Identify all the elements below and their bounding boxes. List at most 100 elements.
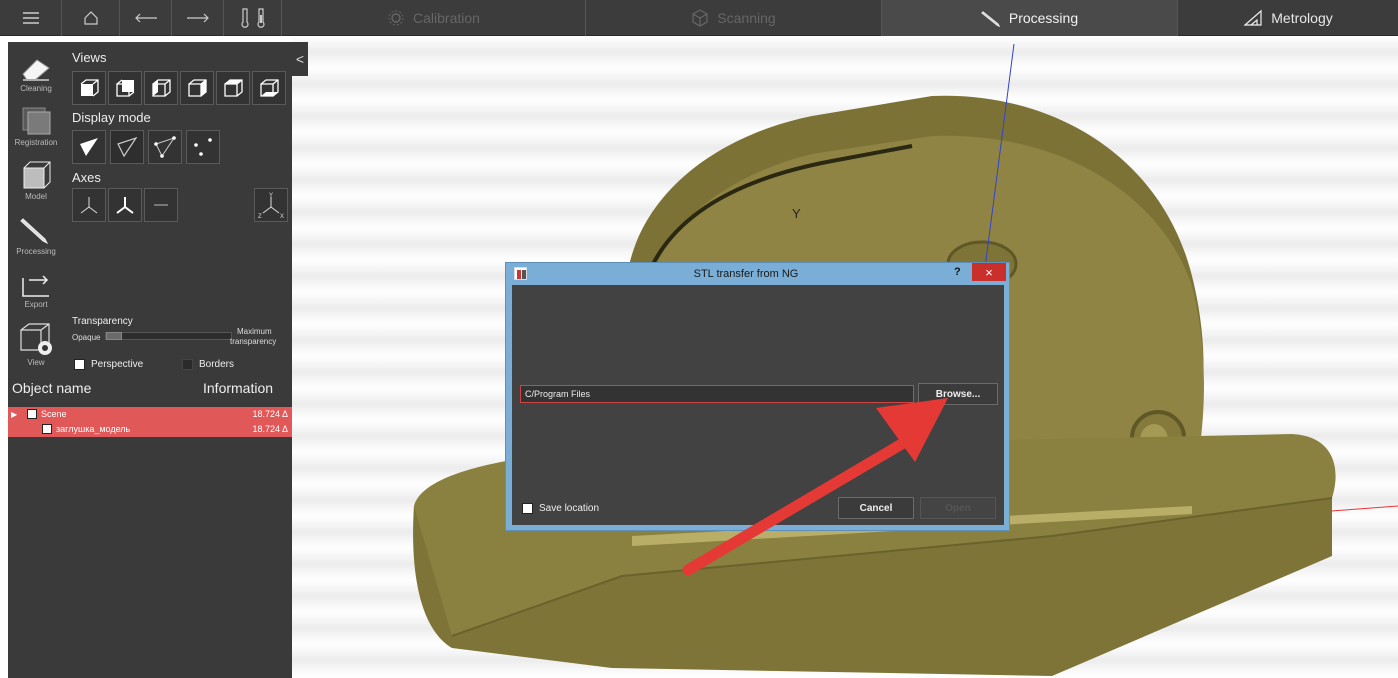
tree-row-model[interactable]: заглушка_модель 18.724 Δ [8, 422, 292, 437]
object-info: 18.724 Δ [252, 409, 288, 419]
save-location-checkbox[interactable]: Save location [522, 503, 599, 514]
undo-button[interactable] [120, 0, 172, 36]
redo-button[interactable] [172, 0, 224, 36]
home-button[interactable] [62, 0, 120, 36]
checkbox-box[interactable] [74, 359, 85, 370]
transparency-slider-thumb[interactable] [106, 332, 122, 340]
close-button[interactable]: × [972, 263, 1006, 281]
path-input[interactable]: C/Program Files [520, 385, 914, 403]
views-title: Views [72, 50, 107, 65]
checkbox-box[interactable] [182, 359, 193, 370]
display-solid-button[interactable] [72, 130, 106, 164]
axis-label: Y [792, 206, 801, 221]
view-back-button[interactable] [108, 71, 142, 105]
tool-view[interactable]: View [8, 312, 64, 370]
tool-label: Registration [14, 138, 58, 147]
tab-label: Calibration [413, 10, 480, 26]
dialog-title: STL transfer from NG [693, 268, 799, 280]
checkbox-box[interactable] [522, 503, 533, 514]
cube-icon [691, 9, 709, 27]
cancel-button[interactable]: Cancel [838, 497, 914, 519]
tool-label: Cleaning [20, 84, 52, 93]
tool-label: Export [24, 300, 48, 309]
path-value: C/Program Files [525, 389, 591, 399]
perspective-checkbox[interactable]: Perspective [74, 359, 143, 370]
tree-row-scene[interactable]: ▶ Scene 18.724 Δ [8, 407, 292, 422]
tool-registration[interactable]: Registration [8, 96, 64, 150]
display-wireframe-button[interactable] [110, 130, 144, 164]
transparency-label: transparency [230, 337, 277, 346]
perspective-label: Perspective [91, 359, 144, 370]
pencil-icon [19, 215, 53, 247]
tool-processing[interactable]: Processing [8, 204, 64, 258]
axis-z-label: Z [258, 214, 262, 219]
view-bottom-button[interactable] [252, 71, 286, 105]
display-pointcloud-button[interactable] [186, 130, 220, 164]
axes-title: Axes [72, 170, 101, 185]
cube-bottom-icon [258, 77, 280, 99]
triangle-filled-icon [78, 136, 100, 158]
object-tree-panel: Object name Information ▶ Scene 18.724 Δ… [8, 372, 292, 678]
model-icon [19, 160, 53, 192]
tool-export[interactable]: Export [8, 258, 64, 312]
visibility-checkbox[interactable] [27, 409, 37, 419]
tool-strip: Cleaning Registration Model Processing E… [8, 42, 64, 372]
stl-transfer-dialog: STL transfer from NG ? × C/Program Files… [505, 262, 1010, 531]
open-button[interactable]: Open [920, 497, 996, 519]
sensors-button[interactable] [224, 0, 282, 36]
tab-calibration[interactable]: Calibration [282, 0, 586, 36]
tab-processing[interactable]: Processing [882, 0, 1178, 36]
column-object-name: Object name [12, 380, 92, 396]
expand-arrow-icon[interactable]: ▶ [11, 407, 17, 422]
set-square-icon [1243, 9, 1263, 27]
export-icon [19, 268, 53, 300]
dialog-body: C/Program Files Browse... Save location … [512, 285, 1004, 525]
browse-button[interactable]: Browse... [918, 383, 998, 405]
tab-label: Processing [1008, 10, 1079, 26]
view-left-button[interactable] [144, 71, 178, 105]
collapse-panel-button[interactable]: < [292, 42, 308, 76]
save-location-label: Save location [539, 503, 600, 514]
axis-y-label: Y [269, 193, 273, 199]
window-border [0, 36, 8, 678]
transparency-title: Transparency [72, 316, 133, 327]
object-name: заглушка_модель [56, 424, 131, 434]
eraser-icon [19, 56, 53, 84]
arrow-right-icon [186, 12, 210, 24]
gear-icon [387, 9, 405, 27]
axis-x-label: X [280, 214, 284, 219]
cube-left-icon [150, 77, 172, 99]
maximum-label: Maximum [237, 327, 272, 336]
cube-back-icon [114, 77, 136, 99]
tool-model[interactable]: Model [8, 150, 64, 204]
axes-thin-button[interactable] [72, 188, 106, 222]
axes-none-button[interactable] [144, 188, 178, 222]
transparency-slider[interactable] [105, 332, 232, 340]
axes-bold-button[interactable] [108, 188, 142, 222]
object-name: Scene [41, 409, 67, 419]
chevron-left-icon: < [295, 51, 305, 67]
tab-scanning[interactable]: Scanning [586, 0, 882, 36]
tab-label: Metrology [1271, 10, 1333, 26]
dialog-titlebar[interactable]: STL transfer from NG ? × [506, 263, 1009, 285]
view-right-button[interactable] [180, 71, 214, 105]
xyz-axes-icon: Y Z X [257, 191, 285, 219]
view-top-button[interactable] [216, 71, 250, 105]
display-vertices-button[interactable] [148, 130, 182, 164]
help-button[interactable]: ? [954, 266, 961, 278]
home-icon [83, 10, 99, 26]
tool-cleaning[interactable]: Cleaning [8, 42, 64, 96]
close-icon: × [985, 264, 993, 280]
hamburger-icon [22, 11, 40, 25]
axes-icon [78, 194, 100, 216]
object-info: 18.724 Δ [252, 424, 288, 434]
cube-top-icon [222, 77, 244, 99]
visibility-checkbox[interactable] [42, 424, 52, 434]
tool-label: Model [25, 192, 47, 201]
view-front-button[interactable] [72, 71, 106, 105]
tab-metrology[interactable]: Metrology [1178, 0, 1398, 36]
axes-orientation-button[interactable]: Y Z X [254, 188, 288, 222]
menu-button[interactable] [0, 0, 62, 36]
registration-icon [19, 106, 53, 138]
borders-checkbox[interactable]: Borders [182, 359, 234, 370]
